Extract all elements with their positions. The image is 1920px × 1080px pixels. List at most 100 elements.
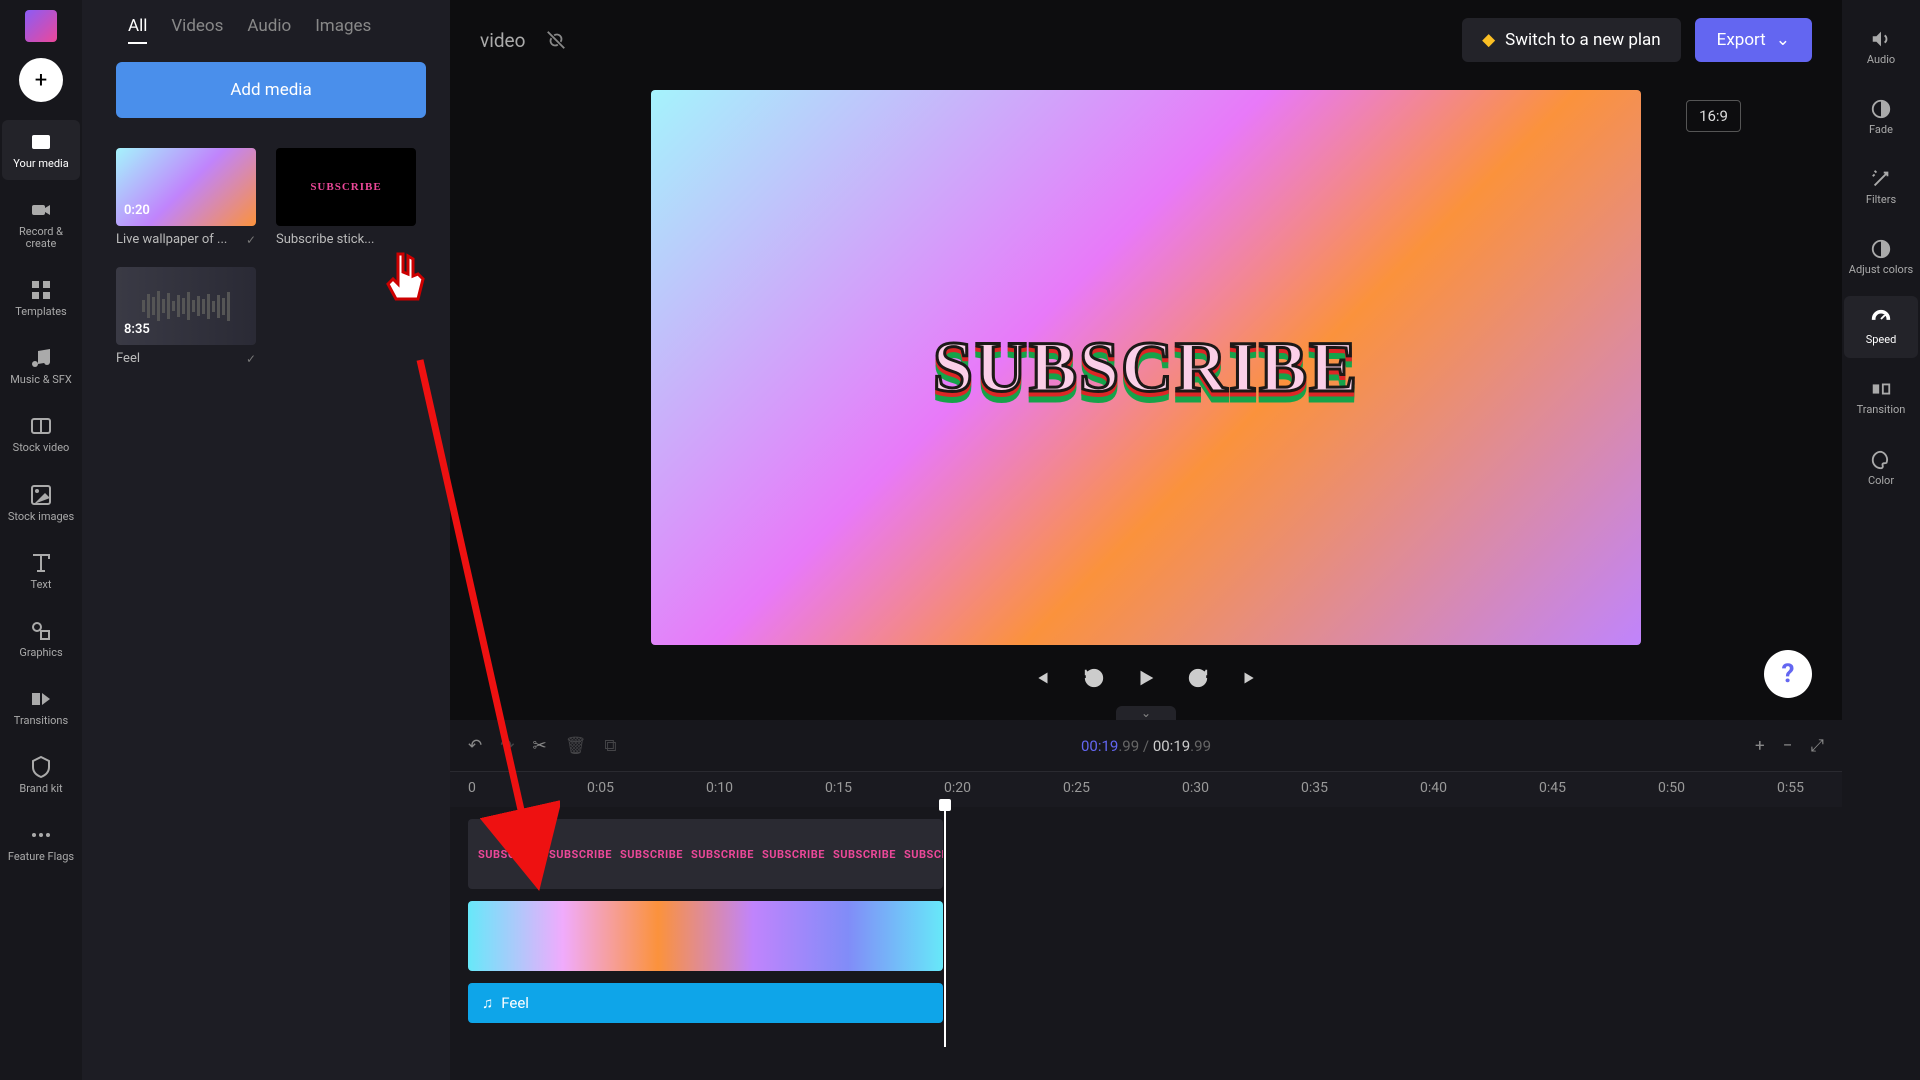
clip-thumb: SUBSCRIBE: [904, 848, 943, 861]
speedometer-icon: [1870, 308, 1892, 330]
playback-controls: [1029, 665, 1263, 691]
palette-icon: [1870, 449, 1892, 471]
ruler-mark: 0:30: [1182, 780, 1209, 796]
diamond-icon: ◆: [1482, 30, 1495, 50]
zoom-out-button[interactable]: −: [1783, 736, 1793, 756]
redo-button[interactable]: ↷: [500, 736, 514, 756]
add-media-button[interactable]: Add media: [116, 62, 426, 118]
media-thumbnail: SUBSCRIBE: [276, 148, 416, 226]
ruler-mark: 0:05: [587, 780, 614, 796]
camera-icon: [29, 198, 53, 222]
app-logo[interactable]: [25, 10, 57, 42]
check-icon: ✓: [246, 233, 256, 247]
ruler-mark: 0: [468, 780, 476, 796]
clip-thumb: SUBSCRIBE: [833, 848, 896, 861]
nav-stock-images[interactable]: Stock images: [2, 473, 80, 533]
link-off-icon[interactable]: [545, 29, 567, 51]
project-name[interactable]: video: [480, 29, 525, 52]
fade-icon: [1870, 98, 1892, 120]
split-button[interactable]: ✂: [533, 736, 547, 756]
nav-music[interactable]: Music & SFX: [2, 336, 80, 396]
forward-button[interactable]: [1185, 665, 1211, 691]
media-thumbnail: 8:35: [116, 267, 256, 345]
prop-fade[interactable]: Fade: [1844, 86, 1918, 148]
media-item-wallpaper[interactable]: 0:20 Live wallpaper of ...✓: [116, 148, 256, 247]
nav-templates[interactable]: Templates: [2, 268, 80, 328]
nav-stock-video[interactable]: Stock video: [2, 404, 80, 464]
skip-forward-button[interactable]: [1237, 665, 1263, 691]
right-properties-rail: Audio Fade Filters Adjust colors Speed T…: [1842, 0, 1920, 1080]
prop-transition[interactable]: Transition: [1844, 366, 1918, 428]
ruler-mark: 0:35: [1301, 780, 1328, 796]
duplicate-button[interactable]: ⧉: [604, 736, 616, 756]
subscribe-preview: SUBSCRIBE: [310, 181, 381, 193]
nav-label: Transitions: [14, 715, 68, 727]
contrast-icon: [1870, 238, 1892, 260]
audio-track-clip[interactable]: ♫ Feel: [468, 983, 943, 1023]
film-icon: [29, 414, 53, 438]
media-panel: All Videos Audio Images Add media 0:20 L…: [82, 0, 450, 1080]
nav-text[interactable]: Text: [2, 541, 80, 601]
skip-back-button[interactable]: [1029, 665, 1055, 691]
add-button[interactable]: +: [19, 58, 63, 102]
ruler-mark: 0:50: [1658, 780, 1685, 796]
nav-label: Music & SFX: [10, 374, 72, 386]
music-note-icon: ♫: [482, 994, 493, 1012]
ruler-mark: 0:10: [706, 780, 733, 796]
export-button[interactable]: Export ⌄: [1695, 18, 1812, 62]
media-thumbnail: 0:20: [116, 148, 256, 226]
nav-label: Brand kit: [19, 783, 62, 795]
rewind-button[interactable]: [1081, 665, 1107, 691]
transitions-icon: [29, 687, 53, 711]
media-item-feel[interactable]: 8:35 Feel✓: [116, 267, 256, 366]
timeline-toolbar: ↶ ↷ ✂ 🗑 ⧉ 00:19.99 / 00:19.99 + − ⤢: [450, 720, 1842, 772]
prop-color[interactable]: Color: [1844, 437, 1918, 499]
brand-icon: [29, 755, 53, 779]
zoom-in-button[interactable]: +: [1755, 736, 1765, 756]
tab-all[interactable]: All: [128, 16, 147, 44]
clip-thumb: SUBSCRIBE: [620, 848, 683, 861]
nav-feature-flags[interactable]: Feature Flags: [2, 813, 80, 873]
wand-icon: [1870, 168, 1892, 190]
help-button[interactable]: ?: [1764, 650, 1812, 698]
export-label: Export: [1717, 30, 1766, 50]
undo-button[interactable]: ↶: [468, 736, 482, 756]
delete-button[interactable]: 🗑: [565, 736, 587, 756]
prop-audio[interactable]: Audio: [1844, 16, 1918, 78]
overlay-track-clip[interactable]: SUBSCRIBE SUBSCRIBE SUBSCRIBE SUBSCRIBE …: [468, 819, 943, 889]
nav-brand-kit[interactable]: Brand kit: [2, 745, 80, 805]
prop-filters[interactable]: Filters: [1844, 156, 1918, 218]
nav-record[interactable]: Record & create: [2, 188, 80, 260]
video-preview[interactable]: SUBSCRIBE 16:9: [651, 90, 1641, 645]
time-display: 00:19.99 / 00:19.99: [1081, 737, 1211, 755]
image-icon: [29, 483, 53, 507]
clip-thumb: SUBSCRIBE: [549, 848, 612, 861]
aspect-ratio-button[interactable]: 16:9: [1686, 100, 1741, 132]
prop-adjust-colors[interactable]: Adjust colors: [1844, 226, 1918, 288]
collapse-timeline-button[interactable]: ⌄: [1116, 706, 1176, 720]
tab-images[interactable]: Images: [315, 16, 371, 44]
nav-transitions[interactable]: Transitions: [2, 677, 80, 737]
fit-button[interactable]: ⤢: [1810, 736, 1824, 756]
nav-label: Text: [31, 579, 52, 591]
media-tabs: All Videos Audio Images: [98, 16, 434, 44]
tab-audio[interactable]: Audio: [247, 16, 291, 44]
media-item-subscribe[interactable]: SUBSCRIBE Subscribe stick...: [276, 148, 416, 247]
prop-label: Color: [1868, 475, 1894, 487]
duration-label: 8:35: [124, 322, 150, 337]
nav-graphics[interactable]: Graphics: [2, 609, 80, 669]
playhead[interactable]: [944, 807, 946, 1047]
switch-plan-button[interactable]: ◆ Switch to a new plan: [1462, 18, 1681, 62]
nav-your-media[interactable]: Your media: [2, 120, 80, 180]
timeline-ruler[interactable]: 0 0:05 0:10 0:15 0:20 0:25 0:30 0:35 0:4…: [450, 772, 1842, 807]
music-icon: [29, 346, 53, 370]
tab-videos[interactable]: Videos: [171, 16, 223, 44]
media-grid: 0:20 Live wallpaper of ...✓ SUBSCRIBE Su…: [98, 148, 434, 366]
ruler-mark: 0:55: [1777, 780, 1804, 796]
nav-label: Record & create: [6, 226, 76, 250]
media-item-name: Feel✓: [116, 351, 256, 366]
transition-icon: [1870, 378, 1892, 400]
prop-speed[interactable]: Speed: [1844, 296, 1918, 358]
play-button[interactable]: [1133, 665, 1159, 691]
video-track-clip[interactable]: [468, 901, 943, 971]
